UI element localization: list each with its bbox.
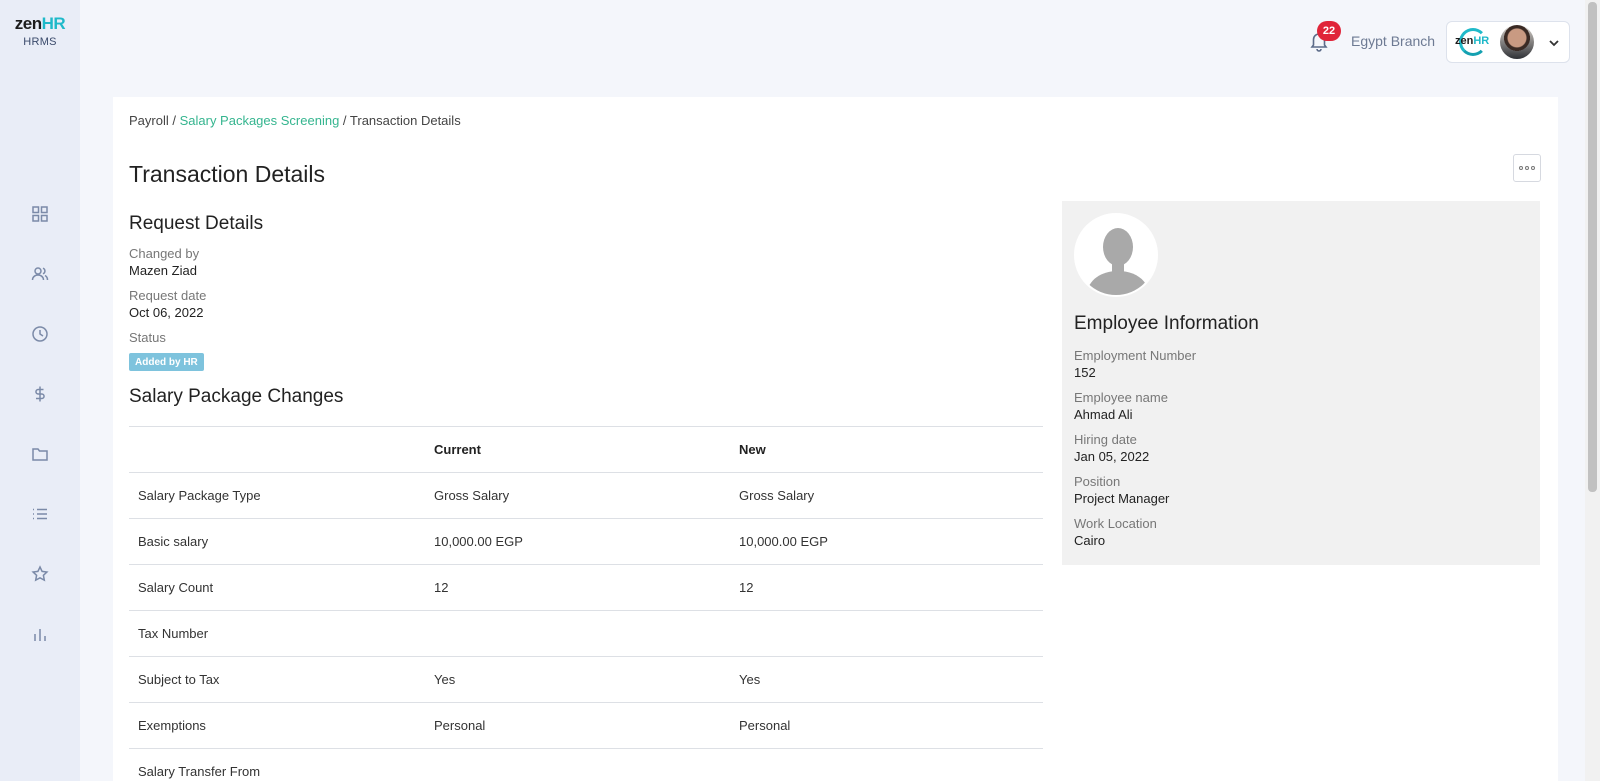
row-new xyxy=(730,610,1043,657)
table-row: Salary Transfer From xyxy=(129,748,1043,781)
more-options-button[interactable] xyxy=(1513,154,1541,182)
breadcrumb-payroll[interactable]: Payroll xyxy=(129,113,169,128)
row-current xyxy=(425,748,730,781)
row-new: Yes xyxy=(730,656,1043,703)
breadcrumb-separator: / xyxy=(339,113,350,128)
employee-avatar xyxy=(1074,213,1158,297)
row-label: Exemptions xyxy=(129,702,425,749)
row-current: Yes xyxy=(425,656,730,703)
company-logo-accent: HR xyxy=(1473,35,1490,47)
row-current: 12 xyxy=(425,564,730,611)
people-icon[interactable] xyxy=(28,262,52,286)
bar-chart-icon[interactable] xyxy=(28,622,52,646)
row-label: Tax Number xyxy=(129,610,425,657)
more-dot-icon xyxy=(1519,166,1523,170)
breadcrumb: Payroll / Salary Packages Screening / Tr… xyxy=(129,113,461,128)
work-location-label: Work Location xyxy=(1074,516,1157,531)
table-row: Basic salary 10,000.00 EGP 10,000.00 EGP xyxy=(129,518,1043,565)
logo-subtitle: HRMS xyxy=(23,36,57,48)
row-label: Subject to Tax xyxy=(129,656,425,703)
list-icon[interactable] xyxy=(28,502,52,526)
table-row: Salary Package Type Gross Salary Gross S… xyxy=(129,472,1043,519)
company-logo-main: zen xyxy=(1455,35,1474,47)
request-details-title: Request Details xyxy=(129,213,264,234)
company-logo: zenHR xyxy=(1455,35,1489,47)
changed-by-value: Mazen Ziad xyxy=(129,263,197,278)
row-current: Personal xyxy=(425,702,730,749)
salary-package-changes-title: Salary Package Changes xyxy=(129,386,344,407)
chevron-down-icon xyxy=(1547,36,1561,50)
user-avatar xyxy=(1500,25,1534,59)
row-new: 10,000.00 EGP xyxy=(730,518,1043,565)
salary-changes-table: Current New Salary Package Type Gross Sa… xyxy=(129,426,1043,781)
logo-accent: HR xyxy=(41,14,66,33)
table-row: Tax Number xyxy=(129,610,1043,657)
row-new xyxy=(730,748,1043,781)
row-current xyxy=(425,610,730,657)
more-dot-icon xyxy=(1525,166,1529,170)
request-date-value: Oct 06, 2022 xyxy=(129,305,204,320)
hiring-date-value: Jan 05, 2022 xyxy=(1074,449,1150,464)
row-label: Basic salary xyxy=(129,518,425,565)
position-label: Position xyxy=(1074,474,1121,489)
row-new: Personal xyxy=(730,702,1043,749)
header-current: Current xyxy=(425,426,730,473)
breadcrumb-current: Transaction Details xyxy=(349,113,461,128)
table-header-row: Current New xyxy=(129,426,1043,473)
status-label: Status xyxy=(129,330,166,345)
employee-info-card: Employee Information Employment Number 1… xyxy=(1062,201,1540,565)
row-label: Salary Transfer From xyxy=(129,748,425,781)
dollar-icon[interactable] xyxy=(28,382,52,406)
sidebar: zenHR HRMS xyxy=(0,0,80,781)
logo-wordmark: zenHR xyxy=(10,14,70,34)
employee-info-title: Employee Information xyxy=(1074,313,1259,334)
notification-count-badge: 22 xyxy=(1317,21,1341,41)
more-dot-icon xyxy=(1531,166,1535,170)
avatar-placeholder-icon xyxy=(1076,215,1156,295)
header-field xyxy=(129,426,425,473)
employment-number-label: Employment Number xyxy=(1074,348,1197,363)
main-panel: Payroll / Salary Packages Screening / Tr… xyxy=(113,97,1558,781)
user-menu-button[interactable]: zenHR xyxy=(1446,21,1570,63)
branch-selector[interactable]: Egypt Branch xyxy=(1351,33,1435,49)
position-value: Project Manager xyxy=(1074,491,1170,506)
employee-name-value: Ahmad Ali xyxy=(1074,407,1133,422)
page-scrollbar[interactable] xyxy=(1585,0,1600,781)
star-icon[interactable] xyxy=(28,562,52,586)
header-new: New xyxy=(730,426,1043,473)
scrollbar-thumb[interactable] xyxy=(1588,2,1597,492)
employee-name-label: Employee name xyxy=(1074,390,1168,405)
status-badge: Added by HR xyxy=(129,353,204,371)
folder-icon[interactable] xyxy=(28,442,52,466)
row-label: Salary Count xyxy=(129,564,425,611)
page-title: Transaction Details xyxy=(129,161,326,187)
hiring-date-label: Hiring date xyxy=(1074,432,1137,447)
logo-main: zen xyxy=(14,14,42,33)
breadcrumb-salary-packages-screening[interactable]: Salary Packages Screening xyxy=(180,113,340,128)
row-new: Gross Salary xyxy=(730,472,1043,519)
row-label: Salary Package Type xyxy=(129,472,425,519)
row-current: 10,000.00 EGP xyxy=(425,518,730,565)
zenhr-logo[interactable]: zenHR HRMS xyxy=(10,14,70,48)
table-row: Exemptions Personal Personal xyxy=(129,702,1043,749)
dashboard-icon[interactable] xyxy=(28,202,52,226)
table-row: Subject to Tax Yes Yes xyxy=(129,656,1043,703)
request-date-label: Request date xyxy=(129,288,207,303)
breadcrumb-separator: / xyxy=(168,113,180,128)
employment-number-value: 152 xyxy=(1074,365,1096,380)
work-location-value: Cairo xyxy=(1074,533,1106,548)
changed-by-label: Changed by xyxy=(129,246,200,261)
row-current: Gross Salary xyxy=(425,472,730,519)
row-new: 12 xyxy=(730,564,1043,611)
table-row: Salary Count 12 12 xyxy=(129,564,1043,611)
clock-icon[interactable] xyxy=(28,322,52,346)
